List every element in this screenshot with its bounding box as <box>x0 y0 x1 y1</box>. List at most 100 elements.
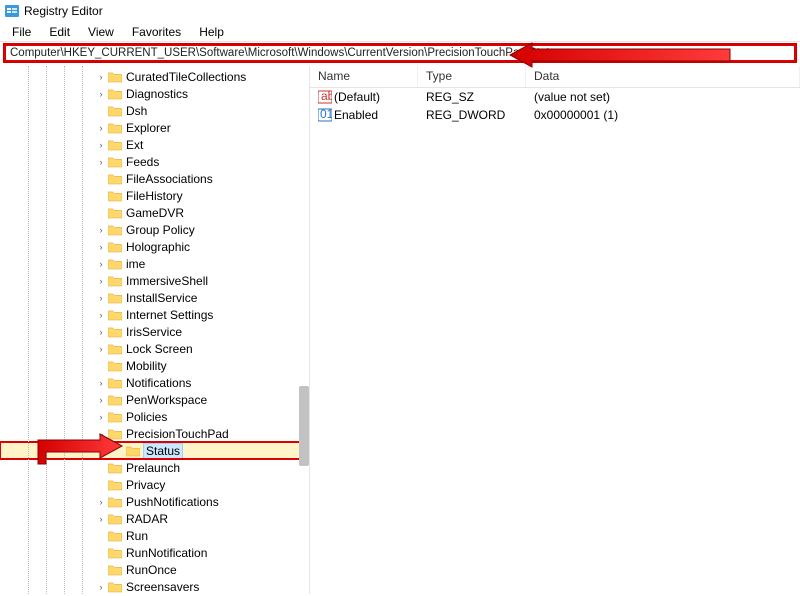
addressbar-container <box>0 42 800 66</box>
chevron-right-icon[interactable]: › <box>96 89 106 99</box>
folder-icon <box>108 343 122 355</box>
tree-item-label: Ext <box>126 138 143 152</box>
chevron-right-icon[interactable]: › <box>96 242 106 252</box>
folder-icon <box>108 309 122 321</box>
content-split: ›CuratedTileCollections›DiagnosticsDsh›E… <box>0 66 800 594</box>
tree-item-label: Notifications <box>126 376 191 390</box>
chevron-down-icon[interactable]: ⌄ <box>96 429 106 439</box>
tree-item-label: Status <box>144 444 182 458</box>
folder-icon <box>108 411 122 423</box>
value-row[interactable]: EnabledREG_DWORD0x00000001 (1) <box>310 106 800 124</box>
folder-icon <box>108 207 122 219</box>
tree-item-label: Lock Screen <box>126 342 193 356</box>
chevron-right-icon[interactable]: › <box>96 378 106 388</box>
chevron-right-icon[interactable]: › <box>96 412 106 422</box>
chevron-right-icon[interactable]: › <box>96 327 106 337</box>
tree-item-label: RADAR <box>126 512 168 526</box>
list-header: Name Type Data <box>310 66 800 88</box>
scrollbar-thumb[interactable] <box>299 386 309 466</box>
tree-item-label: Internet Settings <box>126 308 213 322</box>
chevron-right-icon[interactable]: › <box>96 276 106 286</box>
tree-item-label: CuratedTileCollections <box>126 70 246 84</box>
tree-item-label: PrecisionTouchPad <box>126 427 229 441</box>
chevron-right-icon[interactable]: › <box>96 582 106 592</box>
folder-icon <box>108 173 122 185</box>
menu-file[interactable]: File <box>4 23 39 41</box>
tree-item-label: RunOnce <box>126 563 177 577</box>
chevron-right-icon[interactable]: › <box>96 514 106 524</box>
folder-icon <box>108 258 122 270</box>
tree-item-label: Holographic <box>126 240 190 254</box>
folder-icon <box>108 190 122 202</box>
binary-value-icon <box>318 108 332 122</box>
chevron-right-icon[interactable]: › <box>96 225 106 235</box>
tree-item-label: Explorer <box>126 121 171 135</box>
value-name-cell: (Default) <box>310 90 418 105</box>
tree-item-label: Policies <box>126 410 167 424</box>
folder-icon <box>108 513 122 525</box>
app-icon <box>4 3 20 19</box>
tree-item-label: GameDVR <box>126 206 184 220</box>
chevron-right-icon[interactable]: › <box>96 259 106 269</box>
chevron-right-icon[interactable]: › <box>96 344 106 354</box>
folder-icon <box>108 122 122 134</box>
tree-item-label: Diagnostics <box>126 87 188 101</box>
tree-item-label: FileAssociations <box>126 172 213 186</box>
tree-item-label: ImmersiveShell <box>126 274 208 288</box>
tree-item-label: FileHistory <box>126 189 183 203</box>
folder-icon <box>108 394 122 406</box>
menubar: File Edit View Favorites Help <box>0 22 800 42</box>
address-input[interactable] <box>4 44 796 62</box>
chevron-right-icon[interactable]: › <box>96 497 106 507</box>
col-header-data[interactable]: Data <box>526 66 800 87</box>
chevron-right-icon[interactable]: › <box>96 140 106 150</box>
value-data-cell: (value not set) <box>526 90 800 104</box>
col-header-name[interactable]: Name <box>310 66 418 87</box>
value-name-cell: Enabled <box>310 108 418 123</box>
tree-item-label: Group Policy <box>126 223 195 237</box>
chevron-right-icon[interactable]: › <box>96 157 106 167</box>
tree-item-label: Mobility <box>126 359 167 373</box>
chevron-right-icon[interactable]: › <box>96 293 106 303</box>
titlebar: Registry Editor <box>0 0 800 22</box>
folder-icon <box>108 428 122 440</box>
chevron-right-icon[interactable]: › <box>96 123 106 133</box>
tree-item-label: Run <box>126 529 148 543</box>
string-value-icon <box>318 90 332 104</box>
tree-item-label: Screensavers <box>126 580 199 594</box>
value-row[interactable]: (Default)REG_SZ(value not set) <box>310 88 800 106</box>
menu-favorites[interactable]: Favorites <box>124 23 189 41</box>
tree-item-label: PushNotifications <box>126 495 219 509</box>
folder-icon <box>108 292 122 304</box>
chevron-right-icon[interactable]: › <box>96 395 106 405</box>
col-header-type[interactable]: Type <box>418 66 526 87</box>
folder-icon <box>108 156 122 168</box>
values-pane: Name Type Data (Default)REG_SZ(value not… <box>310 66 800 594</box>
folder-icon <box>108 360 122 372</box>
folder-icon <box>108 496 122 508</box>
folder-icon <box>108 581 122 593</box>
list-rows: (Default)REG_SZ(value not set)EnabledREG… <box>310 88 800 124</box>
menu-help[interactable]: Help <box>191 23 232 41</box>
folder-icon <box>108 71 122 83</box>
folder-icon <box>108 547 122 559</box>
chevron-right-icon[interactable]: › <box>96 72 106 82</box>
folder-icon <box>126 445 140 457</box>
tree-item-label: Feeds <box>126 155 159 169</box>
value-name: (Default) <box>334 90 380 104</box>
app-title: Registry Editor <box>24 4 103 18</box>
tree-item-label: Privacy <box>126 478 165 492</box>
folder-icon <box>108 530 122 542</box>
menu-edit[interactable]: Edit <box>41 23 78 41</box>
tree-item-label: InstallService <box>126 291 197 305</box>
tree-item-label: RunNotification <box>126 546 207 560</box>
folder-icon <box>108 275 122 287</box>
tree-item-label: PenWorkspace <box>126 393 207 407</box>
folder-icon <box>108 326 122 338</box>
tree-pane[interactable]: ›CuratedTileCollections›DiagnosticsDsh›E… <box>0 66 310 594</box>
menu-view[interactable]: View <box>80 23 122 41</box>
chevron-right-icon[interactable]: › <box>96 310 106 320</box>
folder-icon <box>108 564 122 576</box>
folder-icon <box>108 139 122 151</box>
folder-icon <box>108 479 122 491</box>
